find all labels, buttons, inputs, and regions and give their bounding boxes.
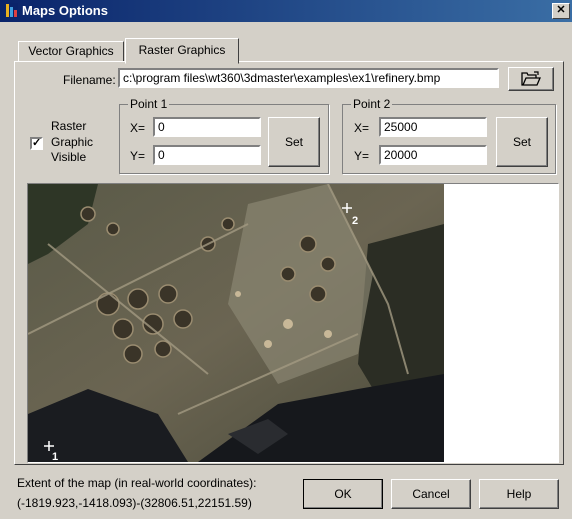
app-icon: [4, 3, 18, 18]
filename-label: Filename:: [63, 73, 116, 87]
folder-open-icon: [521, 71, 541, 86]
raster-visible-label-2: Graphic: [51, 135, 94, 149]
map-preview[interactable]: 1 2: [27, 183, 559, 463]
cancel-label: Cancel: [412, 487, 450, 501]
browse-button[interactable]: [508, 67, 554, 91]
filename-field[interactable]: c:\program files\wt360\3dmaster\examples…: [118, 68, 499, 88]
marker-1: 1: [52, 451, 58, 462]
raster-visible-label-1: Raster: [51, 119, 87, 133]
extent-label: Extent of the map (in real-world coordin…: [17, 476, 257, 490]
ok-label: OK: [334, 487, 352, 501]
raster-image: 1 2: [28, 184, 444, 462]
maps-options-dialog: Maps Options ✕ Vector Graphics Raster Gr…: [0, 0, 572, 519]
tab-label: Raster Graphics: [138, 43, 226, 57]
help-label: Help: [506, 487, 532, 501]
point2-x-input[interactable]: 25000: [379, 117, 487, 137]
cancel-button[interactable]: Cancel: [391, 479, 471, 509]
close-icon: ✕: [556, 4, 566, 16]
ok-button[interactable]: OK: [303, 479, 383, 509]
tab-vector-graphics[interactable]: Vector Graphics: [18, 41, 124, 62]
point1-y-label: Y=: [130, 149, 146, 163]
help-button[interactable]: Help: [479, 479, 559, 509]
point1-x-label: X=: [130, 121, 146, 135]
point2-x-label: X=: [354, 121, 370, 135]
point2-y-input[interactable]: 20000: [379, 145, 487, 165]
window-title: Maps Options: [22, 3, 108, 18]
raster-visible-label-3: Visible: [51, 150, 87, 164]
point1-set-button[interactable]: Set: [268, 117, 320, 167]
point1-title: Point 1: [128, 97, 170, 111]
tab-raster-graphics[interactable]: Raster Graphics: [125, 38, 239, 64]
close-button[interactable]: ✕: [552, 3, 570, 19]
title-bar: Maps Options ✕: [0, 0, 572, 22]
point2-title: Point 2: [351, 97, 393, 111]
marker-2: 2: [352, 215, 358, 227]
point2-set-button[interactable]: Set: [496, 117, 548, 167]
tab-label: Vector Graphics: [28, 44, 114, 58]
point2-set-label: Set: [512, 135, 531, 149]
point1-set-label: Set: [284, 135, 303, 149]
extent-value: (-1819.923,-1418.093)-(32806.51,22151.59…: [17, 496, 252, 510]
point2-y-label: Y=: [354, 149, 370, 163]
point1-y-input[interactable]: 0: [153, 145, 261, 165]
check-icon: ✓: [32, 137, 42, 149]
point1-x-input[interactable]: 0: [153, 117, 261, 137]
raster-visible-checkbox[interactable]: ✓: [30, 137, 43, 150]
